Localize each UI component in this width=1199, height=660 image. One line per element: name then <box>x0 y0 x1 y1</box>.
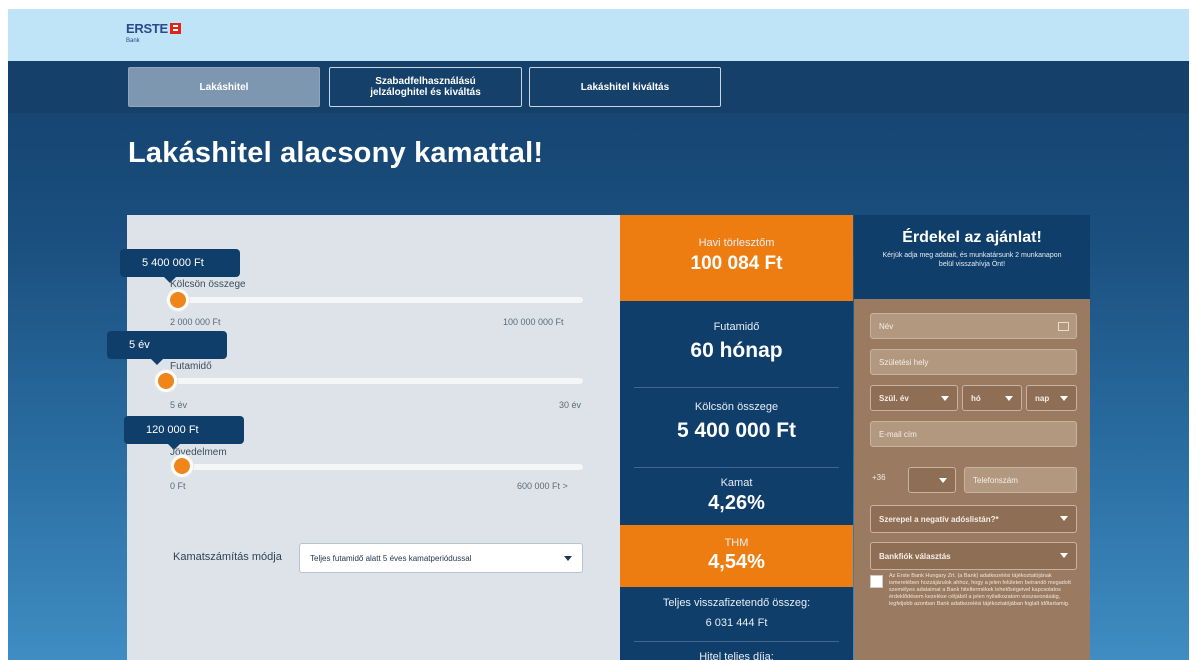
callback-form: Érdekel az ajánlat! Kérjük adja meg adat… <box>854 215 1090 660</box>
thm-value: 4,54% <box>708 551 765 573</box>
contact-card-icon <box>1058 322 1069 331</box>
chevron-down-icon <box>1005 396 1013 401</box>
birthplace-placeholder: Születési hely <box>879 357 929 367</box>
rate-result-label: Kamat <box>720 477 753 489</box>
tab-lakashitel[interactable]: Lakáshitel <box>128 67 320 107</box>
thm-label: THM <box>724 537 749 549</box>
interest-method-value: Teljes futamidő alatt 5 éves kamatperiód… <box>310 553 472 563</box>
loan-amount-max: 100 000 000 Ft <box>503 317 564 327</box>
term-slider-handle[interactable] <box>155 370 177 392</box>
consent-text: Az Erste Bank Hungary Zrt. (a Bank) adat… <box>889 573 1071 607</box>
erste-logo-icon <box>169 23 181 34</box>
term-tooltip: 5 év <box>107 331 227 365</box>
cost-result: Hitel teljes díja: <box>620 651 853 660</box>
chevron-down-icon <box>1060 553 1068 558</box>
monthly-payment-label: Havi törlesztőm <box>698 237 775 249</box>
income-min: 0 Ft <box>170 481 186 491</box>
term-label: Futamidő <box>170 361 212 372</box>
income-tooltip: 120 000 Ft <box>124 416 244 450</box>
loan-calculator: 5 400 000 Ft Kölcsön összege 2 000 000 F… <box>107 215 620 660</box>
loan-result: Kölcsön összege 5 400 000 Ft <box>620 401 853 443</box>
chevron-down-icon <box>1060 396 1068 401</box>
birth-month-select[interactable]: hó <box>962 385 1022 411</box>
birth-month-label: hó <box>971 393 981 403</box>
chevron-down-icon <box>564 556 572 561</box>
results-panel: Havi törlesztőm 100 084 Ft Futamidő 60 h… <box>620 215 853 660</box>
total-result-label: Teljes visszafizetendő összeg: <box>662 597 811 609</box>
interest-method-label: Kamatszámítás módja <box>173 551 282 563</box>
total-result: Teljes visszafizetendő összeg: 6 031 444… <box>620 597 853 629</box>
page-title: Lakáshitel alacsony kamattal! <box>128 137 544 169</box>
term-result-label: Futamidő <box>713 321 760 333</box>
income-track[interactable] <box>170 464 583 470</box>
loan-amount-min: 2 000 000 Ft <box>170 317 221 327</box>
branch-select[interactable]: Bankfiók választás <box>870 542 1077 570</box>
birth-day-select[interactable]: nap <box>1026 385 1077 411</box>
phone-input[interactable]: Telefonszám <box>964 467 1077 493</box>
loan-amount-slider-handle[interactable] <box>167 289 189 311</box>
monthly-payment-box: Havi törlesztőm 100 084 Ft <box>620 215 853 301</box>
loan-amount-tooltip: 5 400 000 Ft <box>120 249 240 283</box>
rate-result-value: 4,26% <box>708 492 765 514</box>
income-max: 600 000 Ft > <box>517 481 568 491</box>
negative-list-select[interactable]: Szerepel a negatív adóslistán?* <box>870 505 1077 533</box>
product-nav: Lakáshitel Szabadfelhasználású jelzálogh… <box>8 61 1189 113</box>
loan-amount-track[interactable] <box>170 297 583 303</box>
loan-result-value: 5 400 000 Ft <box>676 419 797 442</box>
birth-day-label: nap <box>1035 393 1050 403</box>
consent-checkbox[interactable] <box>870 575 883 588</box>
term-track[interactable] <box>170 378 583 384</box>
cost-result-label: Hitel teljes díja: <box>699 651 774 660</box>
phone-prefix: +36 <box>872 473 886 482</box>
divider <box>634 641 839 642</box>
email-placeholder: E-mail cím <box>879 429 917 439</box>
income-slider-handle[interactable] <box>171 455 193 477</box>
tab-lakashitel-kivaltas[interactable]: Lakáshitel kiváltás <box>529 67 721 107</box>
form-subtitle: Kérjük adja meg adatait, és munkatársunk… <box>882 252 1062 268</box>
divider <box>634 387 839 388</box>
email-input[interactable]: E-mail cím <box>870 421 1077 447</box>
chevron-down-icon <box>1060 516 1068 521</box>
negative-list-label: Szerepel a negatív adóslistán?* <box>879 514 999 524</box>
term-max: 30 év <box>559 400 582 410</box>
loan-result-label: Kölcsön összege <box>694 401 779 413</box>
divider <box>634 467 839 468</box>
chevron-down-icon <box>939 478 947 483</box>
term-result-value: 60 hónap <box>690 339 783 362</box>
form-title: Érdekel az ajánlat! <box>902 229 1042 246</box>
rate-result: Kamat 4,26% <box>620 477 853 515</box>
browser-viewport: ERSTE Bank Lakáshitel Szabadfelhasználás… <box>8 9 1189 660</box>
name-placeholder: Név <box>879 321 894 331</box>
form-header: Érdekel az ajánlat! Kérjük adja meg adat… <box>854 215 1090 299</box>
term-result: Futamidő 60 hónap <box>620 321 853 363</box>
top-header: ERSTE Bank <box>8 9 1189 61</box>
erste-logo[interactable]: ERSTE <box>126 21 181 36</box>
phone-placeholder: Telefonszám <box>973 475 1018 485</box>
branch-label: Bankfiók választás <box>879 551 951 561</box>
term-min: 5 év <box>170 400 188 410</box>
total-result-value: 6 031 444 Ft <box>705 617 768 629</box>
birthplace-input[interactable]: Születési hely <box>870 349 1077 375</box>
thm-box: THM 4,54% <box>620 525 853 587</box>
interest-method-select[interactable]: Teljes futamidő alatt 5 éves kamatperiód… <box>299 543 583 573</box>
tab-szabadfelhasznalasu[interactable]: Szabadfelhasználású jelzáloghitel és kiv… <box>329 67 522 107</box>
birth-year-label: Szül. év <box>879 393 909 403</box>
name-input[interactable]: Név <box>870 313 1077 339</box>
logo-subtitle: Bank <box>126 38 140 44</box>
birth-year-select[interactable]: Szül. év <box>870 385 958 411</box>
monthly-payment-value: 100 084 Ft <box>690 253 783 274</box>
chevron-down-icon <box>941 396 949 401</box>
loan-amount-label: Kölcsön összege <box>170 279 246 290</box>
phone-area-select[interactable] <box>908 467 956 493</box>
